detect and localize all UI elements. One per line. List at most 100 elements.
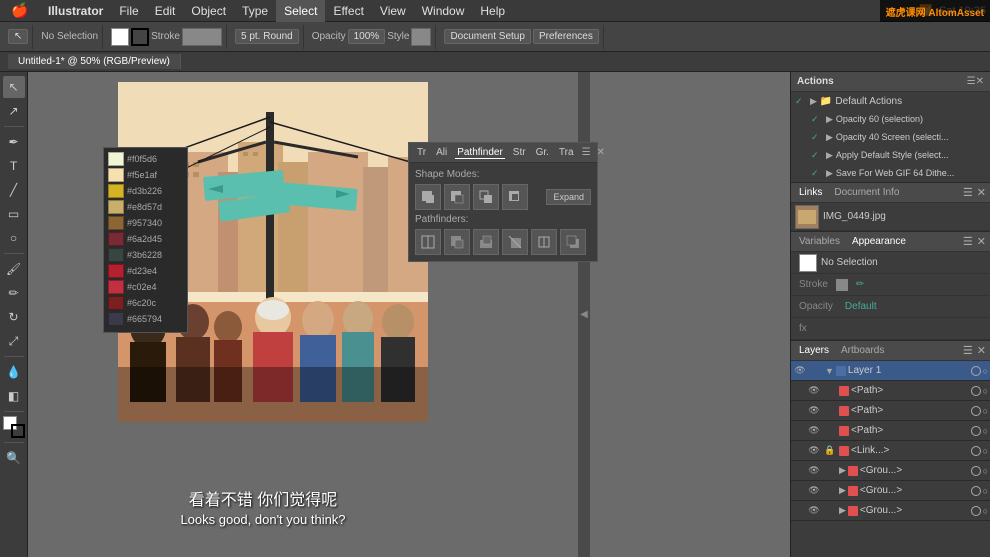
action-item-1[interactable]: ✓ ▶ Opacity 60 (selection) <box>791 110 990 128</box>
apple-menu[interactable]: 🍎 <box>0 2 40 19</box>
minus-front-btn[interactable] <box>444 184 470 210</box>
crop-btn[interactable] <box>502 229 528 255</box>
swatch-5[interactable]: #957340 <box>108 216 183 230</box>
actions-folder-row[interactable]: ✓ ▶ 📁 Default Actions <box>791 92 990 110</box>
pencil-tool[interactable]: ✏ <box>3 282 25 304</box>
action-item-2[interactable]: ✓ ▶ Opacity 40 Screen (selecti... <box>791 128 990 146</box>
document-tab[interactable]: Untitled-1* @ 50% (RGB/Preview) <box>8 54 181 69</box>
swatch-3[interactable]: #d3b226 <box>108 184 183 198</box>
line-tool[interactable]: ╱ <box>3 179 25 201</box>
layer-link[interactable]: 👁 🔒 <Link...> ○ <box>791 441 990 461</box>
layer-group-3[interactable]: 👁 ▶ <Grou...> ○ <box>791 501 990 521</box>
outline-btn[interactable] <box>531 229 557 255</box>
fill-color-box[interactable] <box>111 28 129 46</box>
pathfinder-menu-icon[interactable]: ☰ <box>582 147 591 158</box>
swatch-1[interactable]: #f0f5d6 <box>108 152 183 166</box>
layer-target-g1[interactable] <box>971 466 981 476</box>
appearance-menu-icon[interactable]: ☰ <box>963 235 973 248</box>
stroke-pencil-icon[interactable]: ✏ <box>856 279 864 290</box>
pathfinder-tab-main[interactable]: Pathfinder <box>455 147 505 159</box>
canvas-area[interactable]: #f0f5d6 #f5e1af #d3b226 #e8d57d #957340 … <box>28 72 790 557</box>
layer-lock-p1[interactable] <box>823 384 837 398</box>
swatch-11[interactable]: #665794 <box>108 312 183 326</box>
stroke-swatch[interactable] <box>836 279 848 291</box>
scale-tool[interactable]: ⤢ <box>3 330 25 352</box>
divide-btn[interactable] <box>415 229 441 255</box>
stroke-color-box[interactable] <box>131 28 149 46</box>
rotate-tool[interactable]: ↻ <box>3 306 25 328</box>
intersect-btn[interactable] <box>473 184 499 210</box>
layer-lock-g2[interactable] <box>823 484 837 498</box>
menu-window[interactable]: Window <box>414 0 473 22</box>
layer-path-2[interactable]: 👁 <Path> ○ <box>791 401 990 421</box>
layer-vis-g1[interactable]: 👁 <box>807 464 821 478</box>
actions-menu-icon[interactable]: ☰ <box>967 76 976 87</box>
appearance-tab[interactable]: Appearance <box>848 236 910 247</box>
swatch-2[interactable]: #f5e1af <box>108 168 183 182</box>
layer-target-g3[interactable] <box>971 506 981 516</box>
brush-tool[interactable]: 🖌 <box>3 258 25 280</box>
pathfinder-close-icon[interactable]: ✕ <box>597 147 605 158</box>
layer-vis-p1[interactable]: 👁 <box>807 384 821 398</box>
layer-lock-p2[interactable] <box>823 404 837 418</box>
zoom-tool[interactable]: 🔍 <box>3 447 25 469</box>
layer-vis-lnk[interactable]: 👁 <box>807 444 821 458</box>
layer-group-1[interactable]: 👁 ▶ <Grou...> ○ <box>791 461 990 481</box>
layer-lock-p3[interactable] <box>823 424 837 438</box>
menu-help[interactable]: Help <box>472 0 513 22</box>
layer-vis-1[interactable]: 👁 <box>793 364 807 378</box>
menu-edit[interactable]: Edit <box>147 0 184 22</box>
layer-target-p1[interactable] <box>971 386 981 396</box>
unite-btn[interactable] <box>415 184 441 210</box>
layers-menu-icon[interactable]: ☰ <box>963 344 973 357</box>
layers-close-icon[interactable]: ✕ <box>977 344 986 357</box>
link-item-1[interactable]: IMG_0449.jpg <box>791 203 990 231</box>
layer-lock-g3[interactable] <box>823 504 837 518</box>
preferences-button[interactable]: Preferences <box>533 29 599 44</box>
swatch-6[interactable]: #6a2d45 <box>108 232 183 246</box>
layer-target-p2[interactable] <box>971 406 981 416</box>
artboards-tab[interactable]: Artboards <box>837 345 888 356</box>
swatch-9[interactable]: #c02e4 <box>108 280 183 294</box>
layer-lock-1[interactable] <box>809 364 823 378</box>
document-setup-button[interactable]: Document Setup <box>444 29 531 44</box>
stroke-color-preview[interactable] <box>182 28 222 46</box>
pen-tool[interactable]: ✒ <box>3 131 25 153</box>
links-tab[interactable]: Links <box>795 187 826 198</box>
layer-target-p3[interactable] <box>971 426 981 436</box>
trim-btn[interactable] <box>444 229 470 255</box>
pathfinder-tab-ali[interactable]: Ali <box>434 147 449 158</box>
layer-1[interactable]: 👁 ▼ Layer 1 ○ <box>791 361 990 381</box>
layer-target-g2[interactable] <box>971 486 981 496</box>
layer-path-3[interactable]: 👁 <Path> ○ <box>791 421 990 441</box>
selection-tool[interactable]: ↖ <box>3 76 25 98</box>
pathfinder-tab-str[interactable]: Str <box>511 147 528 158</box>
layer-vis-g3[interactable]: 👁 <box>807 504 821 518</box>
menu-view[interactable]: View <box>372 0 414 22</box>
swatch-10[interactable]: #6c20c <box>108 296 183 310</box>
menu-illustrator[interactable]: Illustrator <box>40 0 111 22</box>
action-item-4[interactable]: ✓ ▶ Save For Web GIF 64 Dithe... <box>791 164 990 182</box>
pathfinder-tab-tra[interactable]: Tra <box>557 147 576 158</box>
links-menu-icon[interactable]: ☰ <box>963 186 973 199</box>
merge-btn[interactable] <box>473 229 499 255</box>
rect-tool[interactable]: ▭ <box>3 203 25 225</box>
ellipse-tool[interactable]: ○ <box>3 227 25 249</box>
appearance-close-icon[interactable]: ✕ <box>977 235 986 248</box>
layer-expand-g2[interactable]: ▶ <box>839 485 846 496</box>
layers-tab[interactable]: Layers <box>795 345 833 356</box>
swatch-7[interactable]: #3b6228 <box>108 248 183 262</box>
direct-select-tool[interactable]: ↗ <box>3 100 25 122</box>
menu-file[interactable]: File <box>111 0 146 22</box>
layer-group-2[interactable]: 👁 ▶ <Grou...> ○ <box>791 481 990 501</box>
menu-select[interactable]: Select <box>276 0 325 22</box>
menu-object[interactable]: Object <box>183 0 234 22</box>
eyedropper-tool[interactable]: 💧 <box>3 361 25 383</box>
exclude-btn[interactable] <box>502 184 528 210</box>
type-tool[interactable]: T <box>3 155 25 177</box>
layer-path-1[interactable]: 👁 <Path> ○ <box>791 381 990 401</box>
menu-type[interactable]: Type <box>234 0 276 22</box>
style-preview[interactable] <box>411 28 431 46</box>
expand-button[interactable]: Expand <box>546 189 591 205</box>
layer-target-lnk[interactable] <box>971 446 981 456</box>
